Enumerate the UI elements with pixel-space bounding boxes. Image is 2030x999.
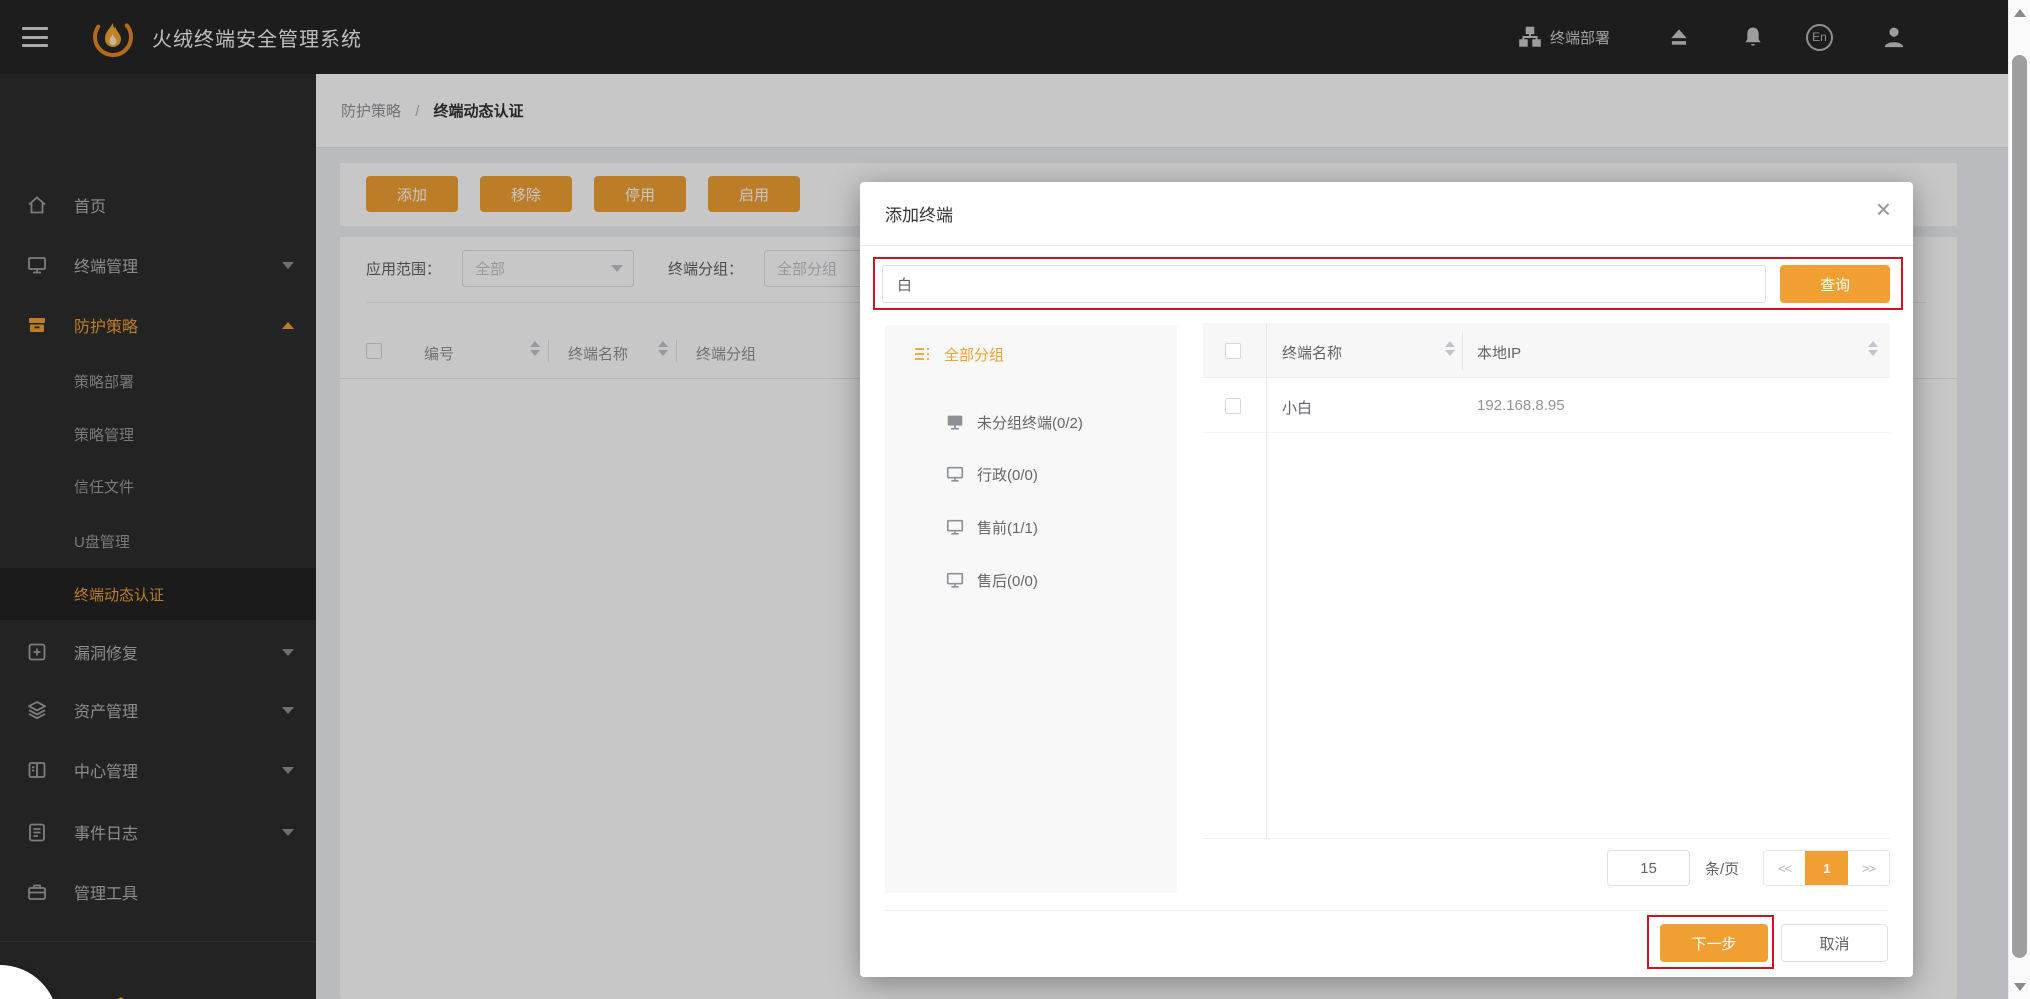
prev-page-button[interactable]: << (1764, 851, 1805, 885)
scrollbar-thumb[interactable] (2012, 55, 2027, 958)
app-root: 火绒终端安全管理系统 终端部署 (0, 0, 2030, 999)
row-checkbox[interactable] (1225, 398, 1241, 414)
pager: << 1 >> (1763, 850, 1890, 886)
tree-item-admin[interactable]: 行政(0/0) (945, 459, 1038, 489)
sort-icon[interactable] (1445, 341, 1455, 356)
column-divider (1462, 332, 1463, 370)
local-ip-cell: 192.168.8.95 (1477, 397, 1565, 414)
terminal-name-cell: 小白 (1282, 397, 1312, 418)
page-size-input[interactable] (1607, 850, 1690, 886)
monitor-icon (945, 517, 965, 537)
tree-item-aftersales[interactable]: 售后(0/0) (945, 565, 1038, 595)
tree-root-all-groups[interactable]: 全部分组 (912, 339, 1004, 369)
tree-item-ungrouped[interactable]: 未分组终端(0/2) (945, 407, 1083, 437)
current-page-button[interactable]: 1 (1805, 851, 1848, 885)
next-page-button[interactable]: >> (1848, 851, 1889, 885)
dialog-header-divider (860, 245, 1913, 246)
group-tree-panel: 全部分组 未分组终端(0/2) 行政(0/0) 售前(1/1) (885, 325, 1177, 893)
modal-column-terminal-name[interactable]: 终端名称 (1282, 342, 1342, 363)
dialog-footer-divider (885, 910, 1888, 911)
monitor-icon (945, 570, 965, 590)
terminal-search-input[interactable] (882, 265, 1766, 303)
monitor-filled-icon (945, 412, 965, 432)
sort-icon[interactable] (1868, 341, 1878, 356)
close-icon[interactable]: × (1876, 196, 1891, 222)
dialog-title: 添加终端 (885, 182, 953, 245)
scroll-down-icon[interactable] (2014, 983, 2026, 991)
browser-scrollbar[interactable] (2008, 0, 2030, 999)
tree-item-presales[interactable]: 售前(1/1) (945, 512, 1038, 542)
modal-column-local-ip[interactable]: 本地IP (1477, 342, 1521, 363)
table-bottom-border (1203, 838, 1890, 839)
page-size-unit: 条/页 (1705, 850, 1739, 886)
list-icon (912, 344, 932, 364)
next-step-button[interactable]: 下一步 (1660, 924, 1768, 962)
monitor-icon (945, 464, 965, 484)
modal-select-all-checkbox[interactable] (1225, 343, 1241, 359)
cancel-button[interactable]: 取消 (1781, 924, 1888, 962)
query-button[interactable]: 查询 (1780, 265, 1890, 303)
add-terminal-dialog: 添加终端 × 查询 全部分组 未分组终端(0/2) (860, 182, 1913, 977)
scroll-up-icon[interactable] (2014, 9, 2026, 17)
